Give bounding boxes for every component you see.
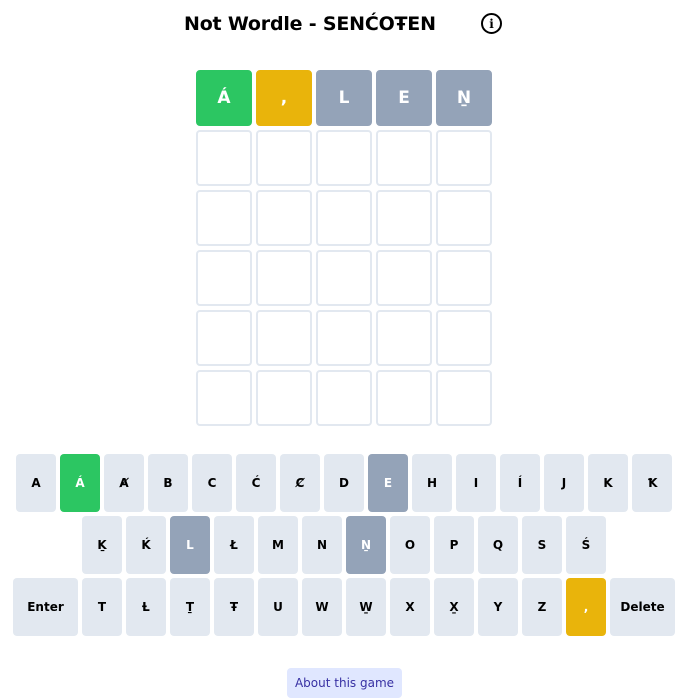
letter-key[interactable]: Q <box>478 516 518 574</box>
letter-key[interactable]: L <box>170 516 210 574</box>
letter-key[interactable]: Ṯ <box>170 578 210 636</box>
board-tile <box>256 310 312 366</box>
board-tile <box>436 370 492 426</box>
letter-key[interactable]: U <box>258 578 298 636</box>
game-board: Á,LEṈ <box>196 70 492 426</box>
letter-key[interactable]: W <box>302 578 342 636</box>
letter-key[interactable]: Ć <box>236 454 276 512</box>
letter-key[interactable]: K <box>588 454 628 512</box>
letter-key[interactable]: D <box>324 454 364 512</box>
letter-key[interactable]: P <box>434 516 474 574</box>
letter-key[interactable]: C <box>192 454 232 512</box>
letter-key[interactable]: , <box>566 578 606 636</box>
letter-key[interactable]: O <box>390 516 430 574</box>
letter-key[interactable]: A <box>16 454 56 512</box>
info-glyph: i <box>489 16 494 31</box>
keyboard-row-3: Enter T Ƚ Ṯ Ŧ U W W̱ X X̱ Y Z, Delete <box>13 578 675 636</box>
letter-key[interactable]: Ṉ <box>346 516 386 574</box>
delete-key[interactable]: Delete <box>610 578 675 636</box>
letter-key[interactable]: E <box>368 454 408 512</box>
board-tile <box>376 370 432 426</box>
board-tile <box>316 190 372 246</box>
letter-key[interactable]: Ḵ <box>82 516 122 574</box>
letter-key[interactable]: Ł <box>214 516 254 574</box>
board-tile <box>196 130 252 186</box>
letter-key[interactable]: I <box>456 454 496 512</box>
board-tile <box>196 190 252 246</box>
letter-key[interactable]: Z <box>522 578 562 636</box>
board-tile <box>316 250 372 306</box>
board-tile: , <box>256 70 312 126</box>
board-tile <box>376 130 432 186</box>
board-tile <box>196 250 252 306</box>
letter-key[interactable]: T <box>82 578 122 636</box>
letter-key[interactable]: B <box>148 454 188 512</box>
board-tile <box>256 130 312 186</box>
letter-key[interactable]: Ꝁ <box>632 454 672 512</box>
letter-key[interactable]: Á <box>60 454 100 512</box>
page-title: Not Wordle - SENĆOŦEN <box>184 13 436 35</box>
letter-key[interactable]: N <box>302 516 342 574</box>
board-tile <box>436 190 492 246</box>
board-tile <box>256 250 312 306</box>
board-tile: L <box>316 70 372 126</box>
letter-key[interactable]: S <box>522 516 562 574</box>
board-tile <box>196 370 252 426</box>
letter-key[interactable]: X̱ <box>434 578 474 636</box>
letter-key[interactable]: H <box>412 454 452 512</box>
board-tile <box>376 250 432 306</box>
board-tile: E <box>376 70 432 126</box>
board-tile <box>376 190 432 246</box>
letter-key[interactable]: X <box>390 578 430 636</box>
letter-key[interactable]: Ƚ <box>126 578 166 636</box>
letter-key[interactable]: W̱ <box>346 578 386 636</box>
board-tile <box>316 370 372 426</box>
letter-key[interactable]: Ḱ <box>126 516 166 574</box>
letter-key[interactable]: Ⱥ <box>104 454 144 512</box>
keyboard-row-1: AÁȺBCĆȻDEHIÍJKꝀ <box>16 454 672 512</box>
letter-key[interactable]: Y <box>478 578 518 636</box>
info-icon[interactable]: i <box>481 13 502 34</box>
board-tile <box>376 310 432 366</box>
board-tile <box>436 250 492 306</box>
letter-key[interactable]: Ȼ <box>280 454 320 512</box>
board-tile <box>256 190 312 246</box>
keyboard-row-2: ḴḰLŁMNṈOPQSŚ <box>82 516 606 574</box>
board-tile <box>316 310 372 366</box>
letter-key[interactable]: M <box>258 516 298 574</box>
board-tile: Á <box>196 70 252 126</box>
about-game-button[interactable]: About this game <box>287 668 402 698</box>
board-tile <box>436 130 492 186</box>
board-tile <box>196 310 252 366</box>
enter-key[interactable]: Enter <box>13 578 78 636</box>
letter-key[interactable]: J <box>544 454 584 512</box>
letter-key[interactable]: Ŧ <box>214 578 254 636</box>
board-tile: Ṉ <box>436 70 492 126</box>
board-tile <box>316 130 372 186</box>
board-tile <box>436 310 492 366</box>
board-tile <box>256 370 312 426</box>
letter-key[interactable]: Ś <box>566 516 606 574</box>
header: Not Wordle - SENĆOŦEN i <box>0 10 688 38</box>
letter-key[interactable]: Í <box>500 454 540 512</box>
